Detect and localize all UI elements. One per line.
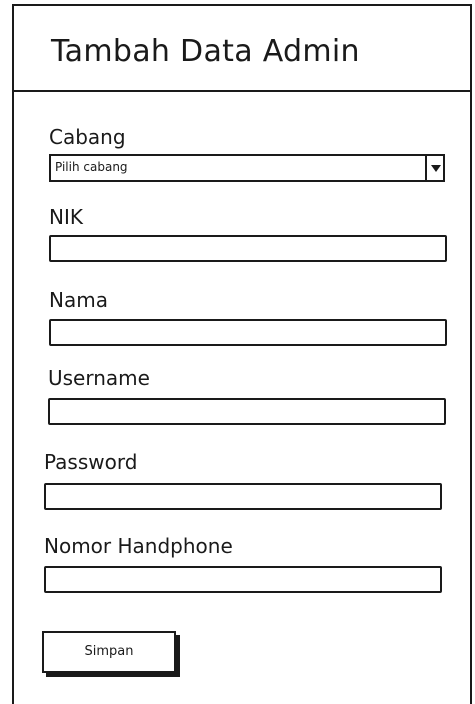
nama-field[interactable] [49, 319, 447, 346]
admin-form-window: Tambah Data Admin Cabang Pilih cabang NI… [12, 4, 472, 704]
password-label: Password [44, 450, 138, 474]
nik-field[interactable] [49, 235, 447, 262]
cabang-select-value: Pilih cabang [55, 160, 128, 174]
nik-label: NIK [49, 205, 83, 229]
username-field[interactable] [48, 398, 446, 425]
cabang-dropdown-button[interactable] [425, 154, 445, 182]
nomor-handphone-field[interactable] [44, 566, 442, 593]
page-title: Tambah Data Admin [51, 34, 360, 69]
cabang-label: Cabang [49, 125, 126, 149]
cabang-select[interactable]: Pilih cabang [49, 154, 445, 182]
nama-label: Nama [49, 288, 108, 312]
nomor-handphone-label: Nomor Handphone [44, 534, 233, 558]
page-header: Tambah Data Admin [14, 6, 470, 92]
password-field[interactable] [44, 483, 442, 510]
chevron-down-icon [431, 165, 441, 172]
simpan-button[interactable]: Simpan [42, 631, 176, 673]
username-label: Username [48, 366, 150, 390]
